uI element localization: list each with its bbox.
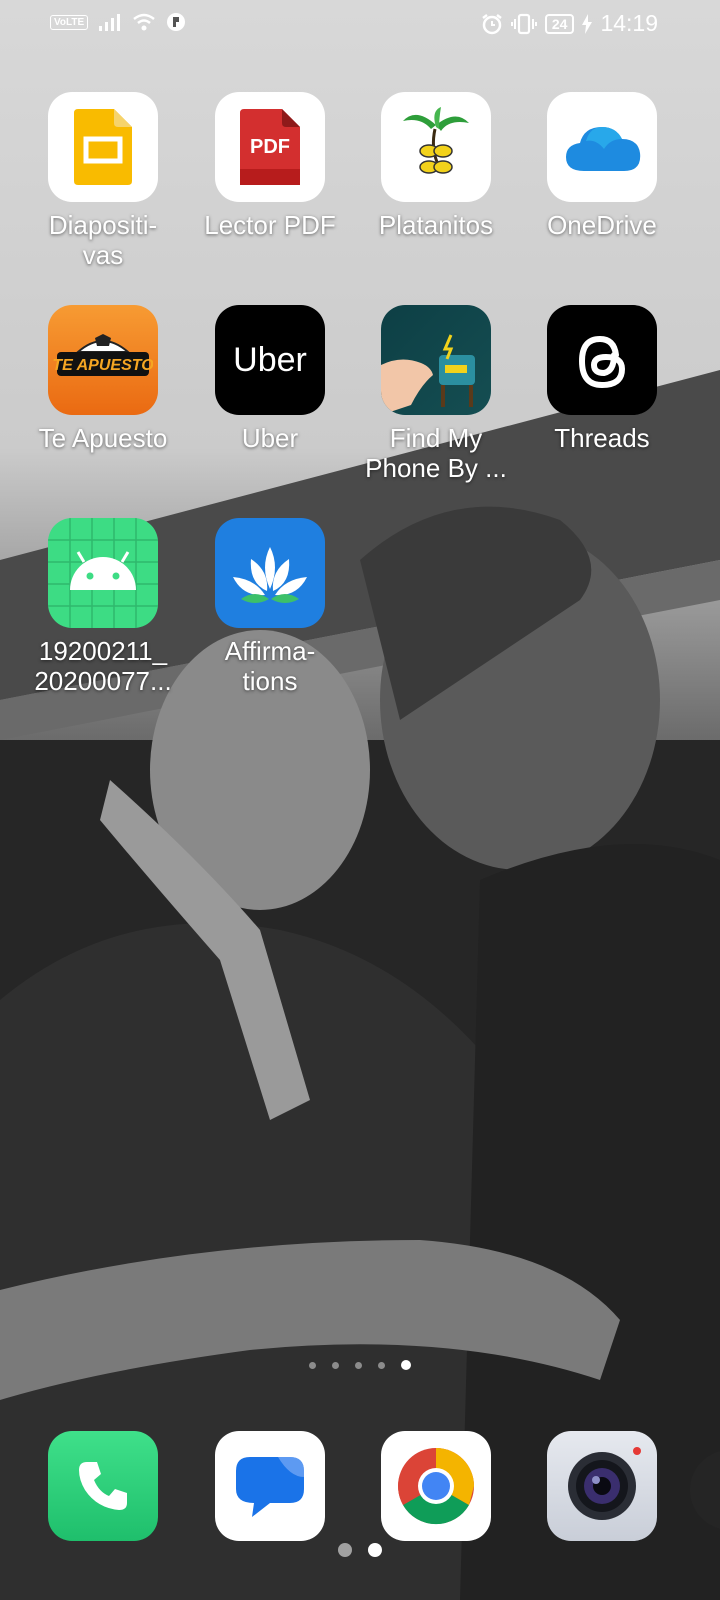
threads-icon <box>547 305 657 415</box>
dock-dot[interactable] <box>338 1543 352 1557</box>
camera-icon <box>547 1431 657 1541</box>
dock-camera[interactable] <box>517 1431 687 1541</box>
affirmations-icon <box>215 518 325 628</box>
page-dot[interactable] <box>332 1362 339 1369</box>
app-label: Diapositi- vas <box>48 210 158 270</box>
app-label: Lector PDF <box>204 210 336 240</box>
battery-indicator: 24 <box>544 13 575 34</box>
app-te-apuesto[interactable]: TE APUESTO Te Apuesto <box>18 305 188 453</box>
te-apuesto-icon: TE APUESTO <box>48 305 158 415</box>
dock-messages[interactable] <box>185 1431 355 1541</box>
page-dot[interactable] <box>378 1362 385 1369</box>
app-uber[interactable]: Uber Uber <box>185 305 355 453</box>
status-bar: VoLTE 24 14:19 <box>0 0 720 48</box>
dock-dot-active[interactable] <box>368 1543 382 1557</box>
android-apk-icon <box>48 518 158 628</box>
app-label: 19200211_ 20200077... <box>34 636 172 696</box>
volte-indicator: VoLTE <box>50 14 89 30</box>
app-label: Threads <box>554 423 650 453</box>
clock: 14:19 <box>600 10 658 36</box>
page-dot[interactable] <box>355 1362 362 1369</box>
app-affirmations[interactable]: Affirma- tions <box>185 518 355 696</box>
page-indicator <box>0 1360 720 1370</box>
onedrive-icon <box>547 92 657 202</box>
platanitos-icon <box>381 92 491 202</box>
app-find-my-phone[interactable]: Find My Phone By ... <box>351 305 521 483</box>
google-slides-icon <box>48 92 158 202</box>
app-lector-pdf[interactable]: PDF Lector PDF <box>185 92 355 240</box>
signal-icon <box>99 14 121 31</box>
app-android-apk[interactable]: 19200211_ 20200077... <box>18 518 188 696</box>
app-label: Find My Phone By ... <box>365 423 507 483</box>
app-platanitos[interactable]: Platanitos <box>351 92 521 240</box>
dock-phone[interactable] <box>18 1431 188 1541</box>
messages-icon <box>215 1431 325 1541</box>
app-threads[interactable]: Threads <box>517 305 687 453</box>
app-onedrive[interactable]: OneDrive <box>517 92 687 240</box>
page-dot[interactable] <box>309 1362 316 1369</box>
pdf-reader-icon: PDF <box>215 92 325 202</box>
vibrate-icon <box>510 13 537 34</box>
app-diapositivas[interactable]: Diapositi- vas <box>18 92 188 270</box>
alarm-icon <box>482 13 502 34</box>
wifi-icon <box>133 13 155 31</box>
dock-indicator <box>0 1543 720 1557</box>
find-my-phone-icon <box>381 305 491 415</box>
phone-icon <box>48 1431 158 1541</box>
charging-icon <box>582 13 593 34</box>
app-notification-icon <box>167 13 186 31</box>
app-label: Uber <box>241 423 299 453</box>
app-label: OneDrive <box>547 210 657 240</box>
page-dot-active[interactable] <box>401 1360 411 1370</box>
uber-icon: Uber <box>215 305 325 415</box>
dock-chrome[interactable] <box>351 1431 521 1541</box>
app-label: Te Apuesto <box>38 423 168 453</box>
app-label: Platanitos <box>378 210 494 240</box>
svg-text:TE APUESTO: TE APUESTO <box>53 357 153 374</box>
svg-text:PDF: PDF <box>250 136 290 158</box>
chrome-icon <box>381 1431 491 1541</box>
app-label: Affirma- tions <box>224 636 316 696</box>
